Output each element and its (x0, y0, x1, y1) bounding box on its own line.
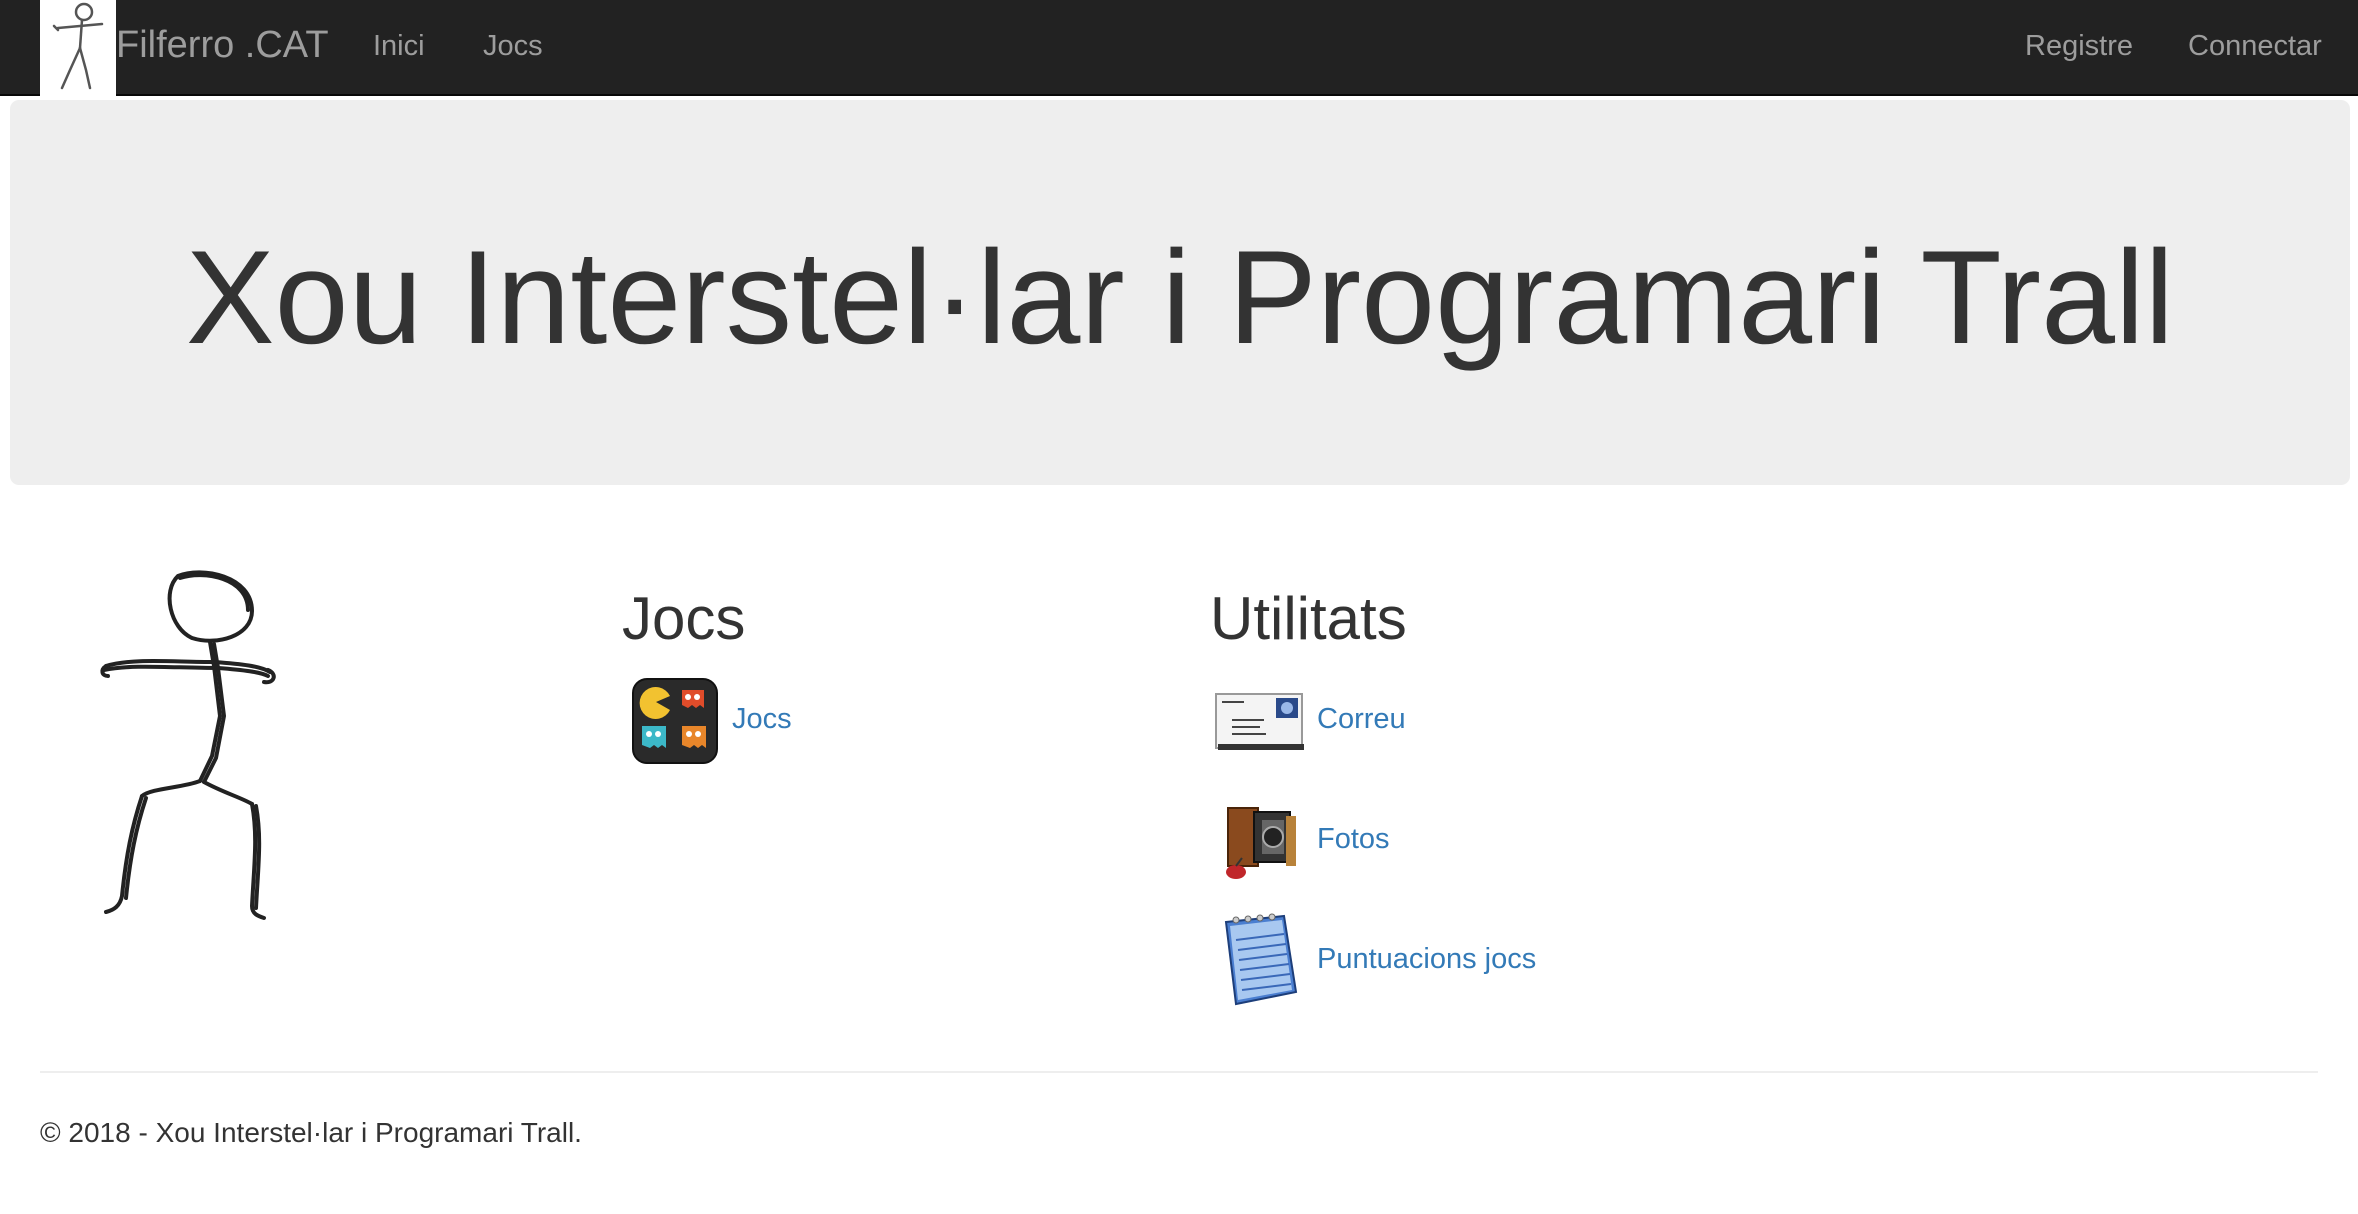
pacman-ghosts-icon[interactable] (630, 676, 720, 766)
stickman-logo-icon[interactable] (40, 0, 116, 96)
nav-link-connectar[interactable]: Connectar (2188, 26, 2322, 66)
link-jocs[interactable]: Jocs (732, 701, 792, 737)
camera-icon[interactable] (1214, 796, 1304, 886)
notepad-icon[interactable] (1214, 912, 1304, 1006)
brand-link[interactable]: Filferro .CAT (116, 22, 329, 68)
link-fotos[interactable]: Fotos (1317, 821, 1390, 857)
mail-envelope-icon[interactable] (1214, 676, 1304, 766)
hero-jumbotron: Xou Interstel·lar i Programari Trall (10, 100, 2350, 485)
utilitats-heading: Utilitats (1210, 585, 1407, 652)
page-title: Xou Interstel·lar i Programari Trall (185, 223, 2175, 372)
footer-divider (40, 1071, 2318, 1073)
nav-link-registre[interactable]: Registre (2025, 26, 2133, 66)
nav-link-inici[interactable]: Inici (373, 26, 425, 66)
link-correu[interactable]: Correu (1317, 701, 1406, 737)
jocs-heading: Jocs (622, 585, 746, 652)
footer-copyright: © 2018 - Xou Interstel·lar i Programari … (40, 1117, 582, 1148)
top-navbar: Filferro .CAT Inici Jocs Registre Connec… (0, 0, 2358, 96)
stickman-figure-image (92, 566, 282, 928)
nav-link-jocs[interactable]: Jocs (483, 26, 543, 66)
link-puntuacions-jocs[interactable]: Puntuacions jocs (1317, 941, 1536, 977)
